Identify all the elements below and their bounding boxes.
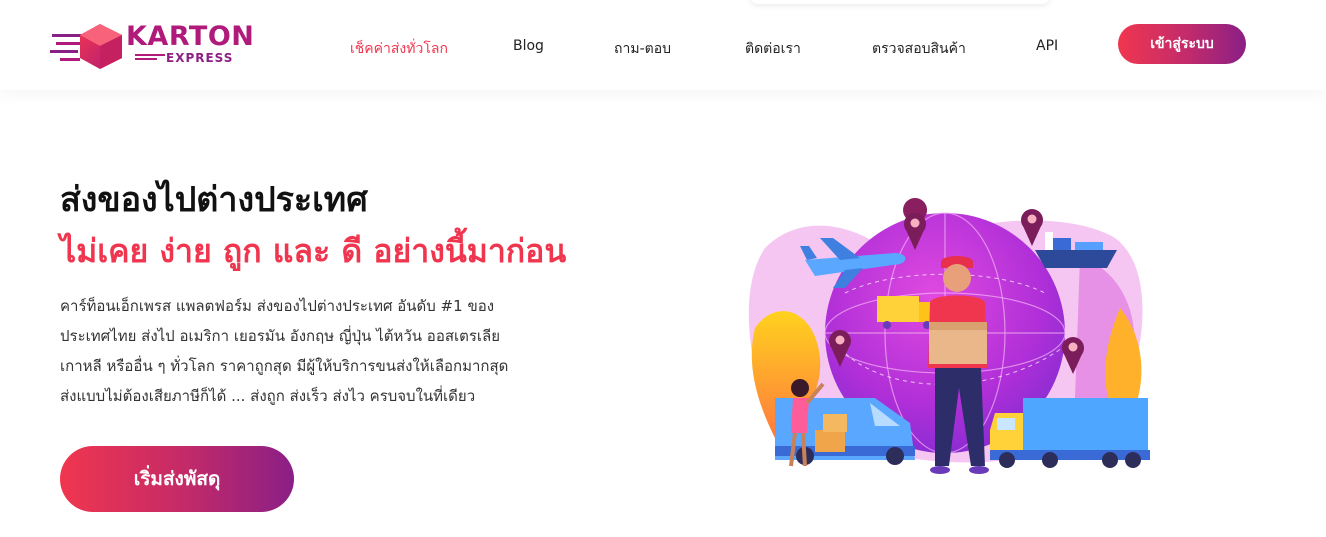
logo-box-icon: [50, 24, 122, 69]
karton-express-logo[interactable]: KARTON EXPRESS: [50, 22, 280, 70]
hero-description-line: ส่งแบบไม่ต้องเสียภาษีก็ได้ ... ส่งถูก ส่…: [60, 387, 476, 405]
delivery-illustration: [748, 198, 1150, 474]
nav-contact[interactable]: ติดต่อเรา: [745, 38, 801, 60]
hero-description: คาร์ท็อนเอ็กเพรส แพลตฟอร์ม ส่งของไปต่างป…: [60, 291, 530, 411]
hero-description-line: เกาหลี หรืออื่น ๆ ทั่วโลก ราคาถูกสุด มีผ…: [60, 357, 509, 375]
nav-blog[interactable]: Blog: [513, 38, 544, 54]
logo-wordmark: KARTON: [126, 21, 255, 52]
nav-check-shipping-rates[interactable]: เช็คค่าส่งทั่วโลก: [350, 38, 448, 60]
hero-description-line: คาร์ท็อนเอ็กเพรส แพลตฟอร์ม ส่งของไปต่างป…: [60, 297, 495, 315]
nav-api[interactable]: API: [1036, 38, 1058, 54]
site-header: KARTON EXPRESS เช็คค่าส่งทั่วโลก Blog ถา…: [0, 0, 1326, 90]
hero-description-line: ประเทศไทย ส่งไป อเมริกา เยอรมัน อังกฤษ ญ…: [60, 327, 501, 345]
logo-subtext: EXPRESS: [166, 51, 234, 65]
nav-faq[interactable]: ถาม-ตอบ: [614, 38, 671, 60]
login-button[interactable]: เข้าสู่ระบบ: [1118, 24, 1246, 64]
top-search-card: [750, 0, 1050, 4]
start-shipping-button[interactable]: เริ่มส่งพัสดุ: [60, 446, 294, 512]
hero-title: ส่งของไปต่างประเทศ: [60, 180, 368, 220]
nav-track-package[interactable]: ตรวจสอบสินค้า: [872, 38, 966, 60]
hero-subtitle: ไม่เคย ง่าย ถูก และ ดี อย่างนี้มาก่อน: [60, 232, 567, 270]
